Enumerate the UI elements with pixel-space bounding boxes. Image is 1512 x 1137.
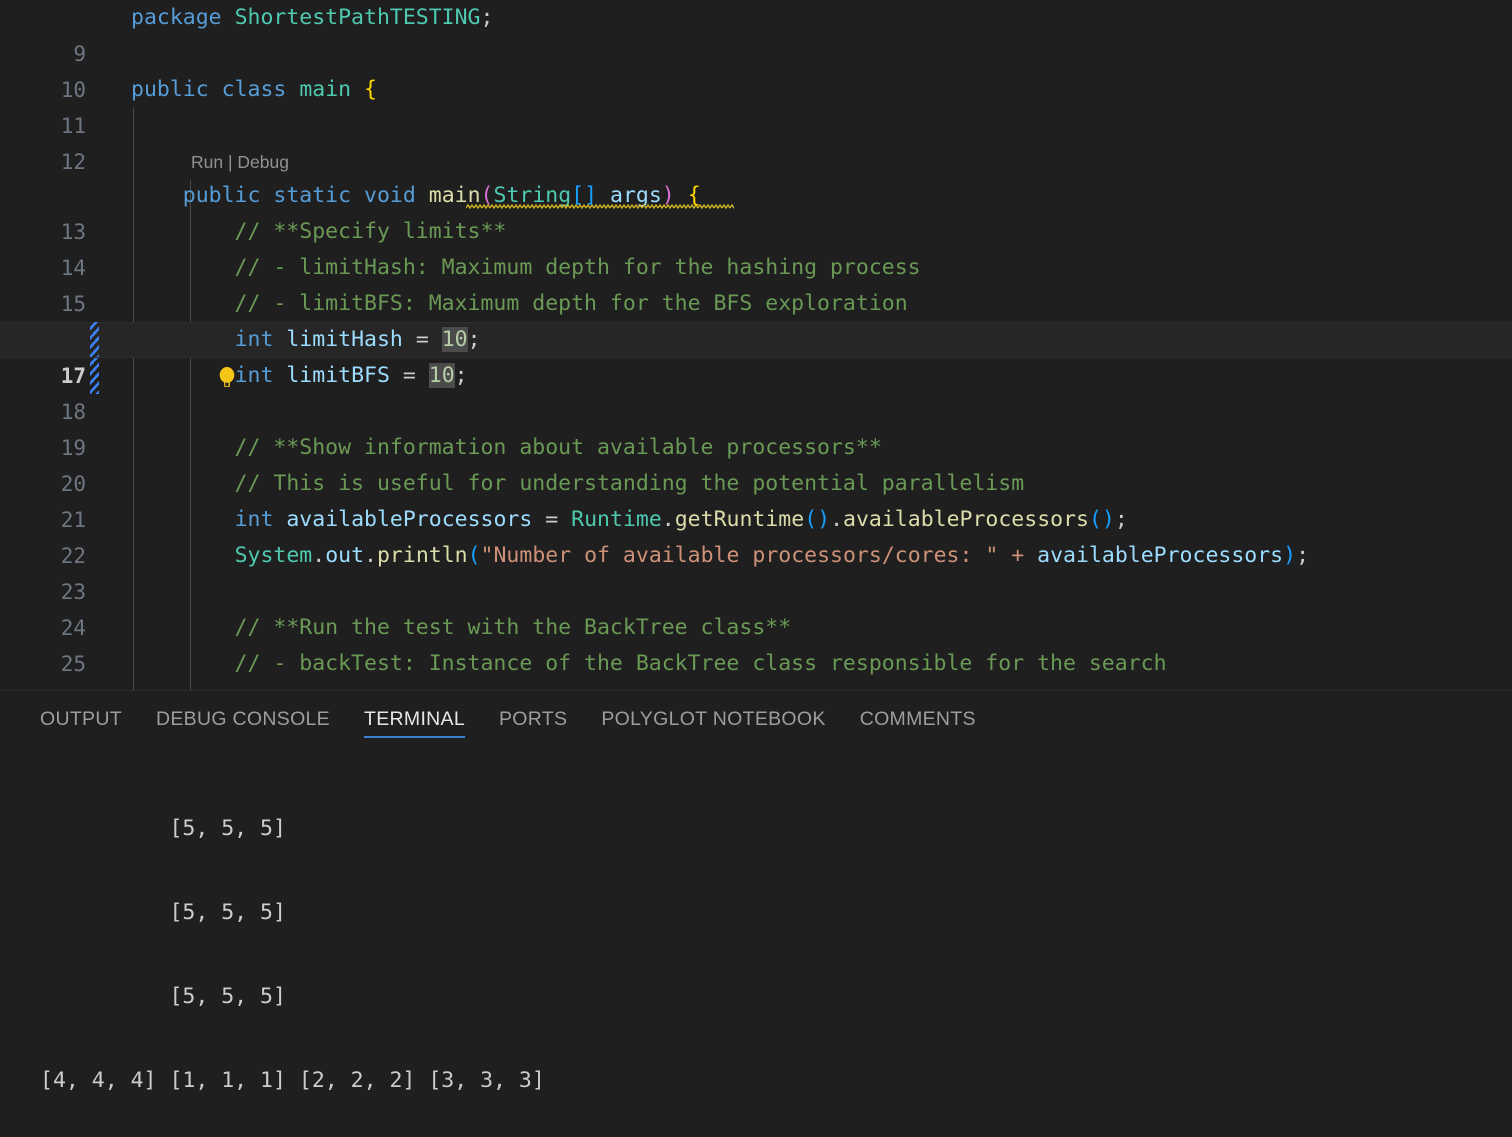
line-content: // **Run the test with the BackTree clas… xyxy=(131,615,792,640)
gutter-modified-marker xyxy=(90,322,99,358)
tab-label: PORTS xyxy=(499,707,568,730)
line-content: // This is useful for understanding the … xyxy=(131,471,1025,496)
codelens-row: Run | Debug xyxy=(0,144,1512,180)
tab-label: POLYGLOT NOTEBOOK xyxy=(601,707,826,730)
editor-line[interactable]: 10 xyxy=(0,36,1512,102)
panel-tab-bar: OUTPUT DEBUG CONSOLE TERMINAL PORTS POLY… xyxy=(0,691,1512,747)
editor-line[interactable]: 20 // **Show information about available… xyxy=(0,430,1512,496)
codelens-run-debug[interactable]: Run | Debug xyxy=(191,144,289,180)
line-content: package ShortestPathTESTING; xyxy=(131,5,494,30)
editor-line[interactable]: 15 // - limitHash: Maximum depth for the… xyxy=(0,250,1512,316)
editor-line[interactable]: 16 // - limitBFS: Maximum depth for the … xyxy=(0,286,1512,352)
line-content: // **Specify limits** xyxy=(131,219,507,244)
tab-label: TERMINAL xyxy=(364,707,465,730)
tab-output[interactable]: OUTPUT xyxy=(40,691,122,747)
line-content: public class main { xyxy=(131,77,377,102)
editor-line[interactable]: 25 // **Run the test with the BackTree c… xyxy=(0,610,1512,676)
error-squiggle xyxy=(466,204,734,209)
gutter-modified-marker xyxy=(90,358,99,394)
editor-line-active[interactable]: 17 int limitHash = 10; xyxy=(0,322,1512,388)
line-content: // - limitHash: Maximum depth for the ha… xyxy=(131,255,921,280)
tab-label: OUTPUT xyxy=(40,707,122,730)
editor-line[interactable]: 26 // - backTest: Instance of the BackTr… xyxy=(0,646,1512,690)
tab-debug-console[interactable]: DEBUG CONSOLE xyxy=(156,691,330,747)
line-number: 26 xyxy=(0,682,86,690)
line-content: int limitHash = 10; xyxy=(234,327,481,352)
tab-ports[interactable]: PORTS xyxy=(499,691,567,747)
tab-comments[interactable]: COMMENTS xyxy=(860,691,976,747)
editor-line[interactable]: 19 xyxy=(0,394,1512,460)
editor-line[interactable]: 9 package ShortestPathTESTING; xyxy=(0,0,1512,66)
editor-line[interactable]: 14 // **Specify limits** xyxy=(0,214,1512,280)
bottom-panel: OUTPUT DEBUG CONSOLE TERMINAL PORTS POLY… xyxy=(0,690,1512,1137)
line-content: System.out.println("Number of available … xyxy=(234,543,1310,568)
tab-polyglot-notebook[interactable]: POLYGLOT NOTEBOOK xyxy=(601,691,825,747)
terminal-line: [5, 5, 5] xyxy=(40,900,286,925)
editor-line[interactable]: 21 // This is useful for understanding t… xyxy=(0,466,1512,532)
editor-line[interactable]: 22 int availableProcessors = Runtime.get… xyxy=(0,502,1512,568)
tab-label: COMMENTS xyxy=(859,707,976,730)
line-content: // - limitBFS: Maximum depth for the BFS… xyxy=(131,291,908,316)
editor-line[interactable]: 23 System.out.println("Number of availab… xyxy=(0,538,1512,604)
editor-line[interactable]: 18 int limitBFS = 10; xyxy=(0,358,1512,424)
terminal-line: [4, 4, 4] [1, 1, 1] [2, 2, 2] [3, 3, 3] xyxy=(40,1068,545,1093)
tab-terminal[interactable]: TERMINAL xyxy=(364,691,465,747)
line-content: int availableProcessors = Runtime.getRun… xyxy=(234,507,1128,532)
line-content: int limitBFS = 10; xyxy=(234,363,468,388)
line-content: // - backTest: Instance of the BackTree … xyxy=(131,651,1167,676)
editor-line[interactable]: 11 public class main { xyxy=(0,72,1512,138)
line-content: // **Show information about available pr… xyxy=(131,435,882,460)
tab-label: DEBUG CONSOLE xyxy=(155,707,330,730)
editor-line[interactable]: 13 public static void main(String[] args… xyxy=(0,178,1512,244)
code-editor[interactable]: 9 package ShortestPathTESTING; 10 11 pub… xyxy=(0,0,1512,690)
terminal-line: [5, 5, 5] xyxy=(40,816,286,841)
terminal-line: [5, 5, 5] xyxy=(40,984,286,1009)
editor-line[interactable]: 24 xyxy=(0,574,1512,640)
editor-line[interactable]: 12 xyxy=(0,108,1512,174)
terminal-output[interactable]: [5, 5, 5] [5, 5, 5] [5, 5, 5] [4, 4, 4] … xyxy=(0,747,1512,1137)
